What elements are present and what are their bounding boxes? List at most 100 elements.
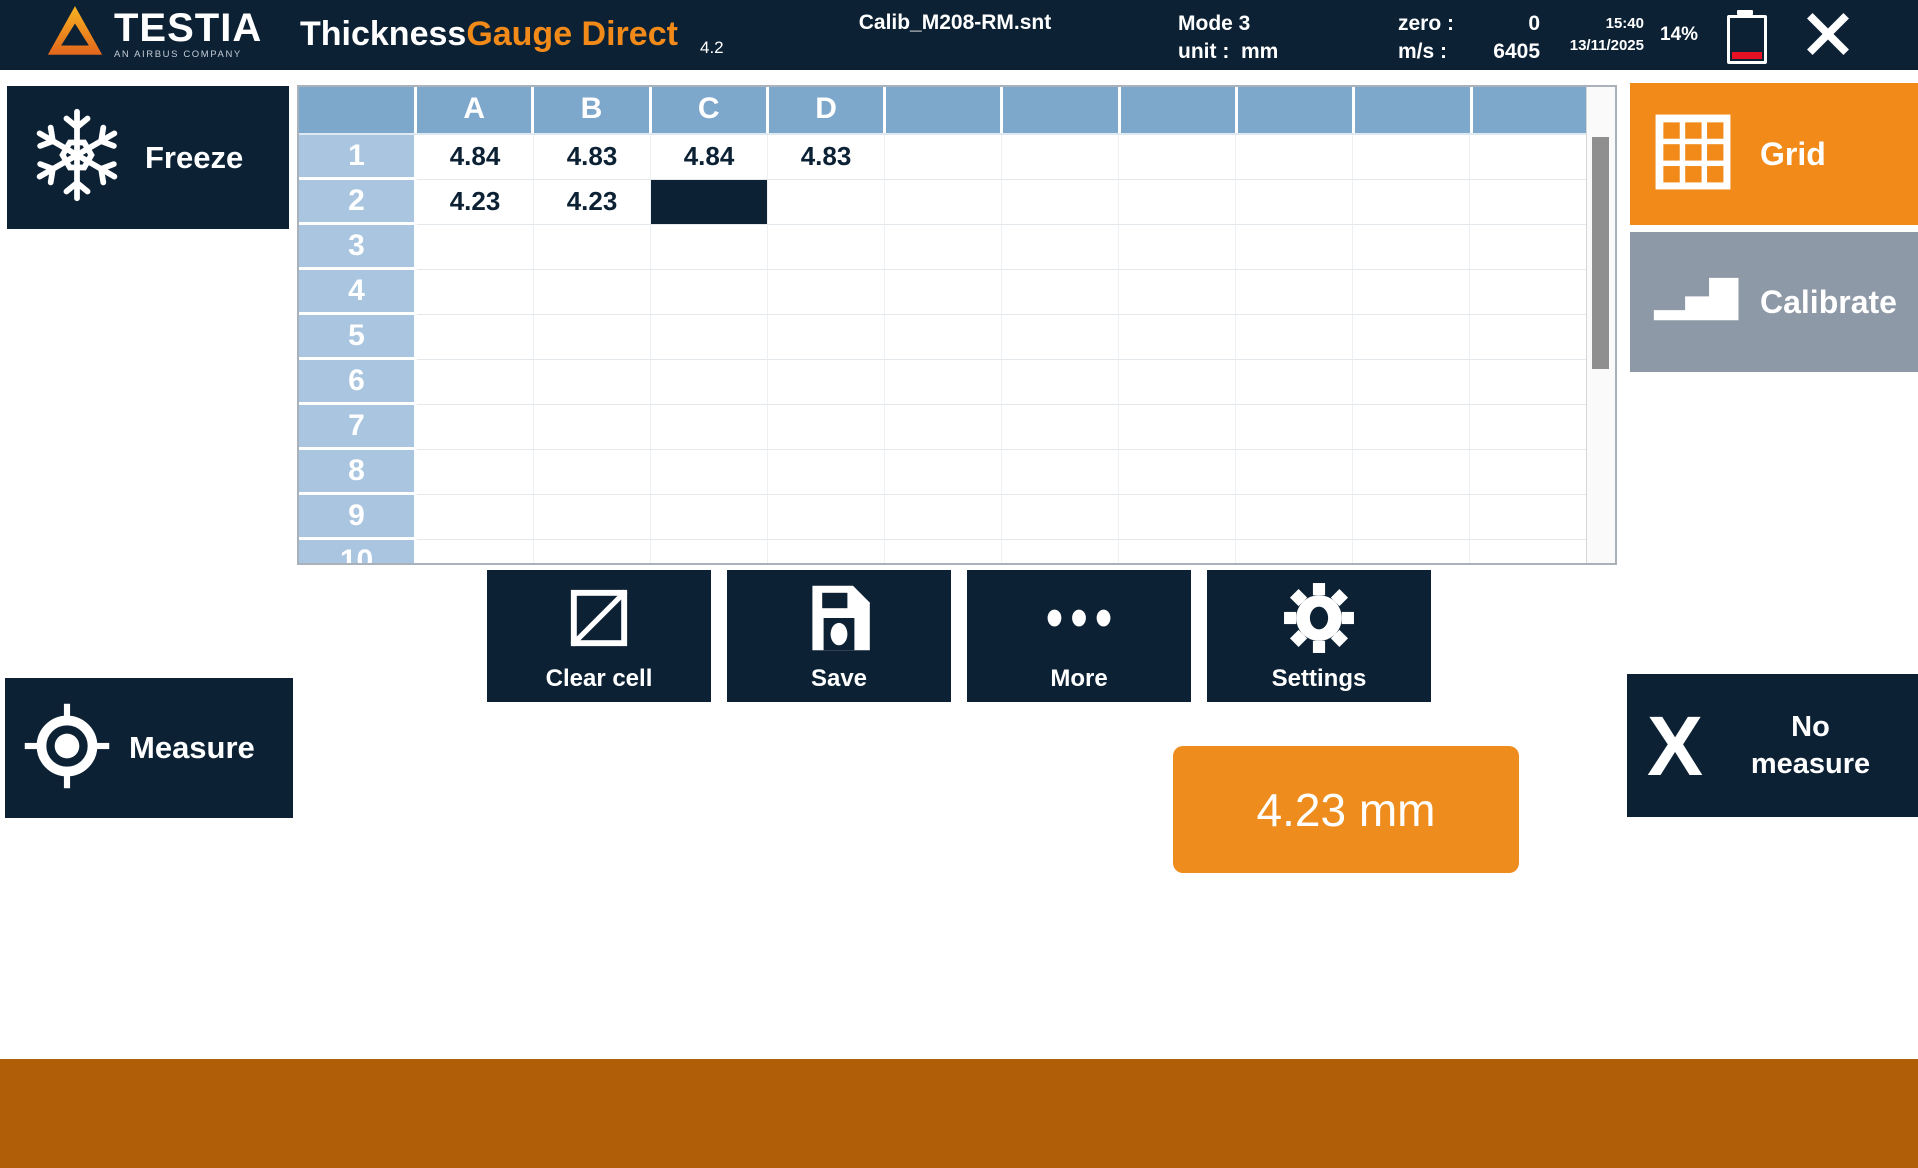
grid-cell-col62[interactable] — [1002, 180, 1119, 225]
col-header-D[interactable]: D — [769, 87, 886, 133]
grid-cell-B2[interactable]: 4.23 — [534, 180, 651, 225]
grid-cell-col99[interactable] — [1353, 495, 1470, 540]
grid-cell-col59[interactable] — [885, 495, 1002, 540]
col-header-empty-8[interactable] — [1238, 87, 1355, 133]
grid-scrollbar[interactable] — [1586, 87, 1615, 563]
grid-cell-C9[interactable] — [651, 495, 768, 540]
grid-cell-col67[interactable] — [1002, 405, 1119, 450]
grid-cell-col106[interactable] — [1470, 360, 1587, 405]
grid-cell-col74[interactable] — [1119, 270, 1236, 315]
grid-cell-col61[interactable] — [1002, 135, 1119, 180]
grid-cell-A6[interactable] — [417, 360, 534, 405]
grid-cell-C3[interactable] — [651, 225, 768, 270]
row-header-6[interactable]: 6 — [299, 360, 417, 405]
grid-cell-col1010[interactable] — [1470, 540, 1587, 563]
grid-cell-D9[interactable] — [768, 495, 885, 540]
grid-cell-C1[interactable]: 4.84 — [651, 135, 768, 180]
freeze-button[interactable]: Freeze — [7, 86, 289, 229]
grid-cell-A9[interactable] — [417, 495, 534, 540]
grid-cell-C2[interactable] — [651, 180, 768, 225]
grid-cell-col81[interactable] — [1236, 135, 1353, 180]
grid-cell-col52[interactable] — [885, 180, 1002, 225]
grid-cell-D2[interactable] — [768, 180, 885, 225]
grid-cell-col66[interactable] — [1002, 360, 1119, 405]
row-header-7[interactable]: 7 — [299, 405, 417, 450]
grid-mode-button[interactable]: Grid — [1630, 83, 1918, 225]
close-app-button[interactable] — [1800, 8, 1856, 64]
grid-cell-col810[interactable] — [1236, 540, 1353, 563]
row-header-1[interactable]: 1 — [299, 135, 417, 180]
row-header-2[interactable]: 2 — [299, 180, 417, 225]
grid-cell-B8[interactable] — [534, 450, 651, 495]
no-measure-button[interactable]: X No measure — [1627, 674, 1918, 817]
grid-cell-col57[interactable] — [885, 405, 1002, 450]
grid-cell-A7[interactable] — [417, 405, 534, 450]
grid-cell-col92[interactable] — [1353, 180, 1470, 225]
grid-cell-B1[interactable]: 4.83 — [534, 135, 651, 180]
grid-cell-col64[interactable] — [1002, 270, 1119, 315]
col-header-C[interactable]: C — [652, 87, 769, 133]
grid-cell-B10[interactable] — [534, 540, 651, 563]
row-header-3[interactable]: 3 — [299, 225, 417, 270]
row-header-8[interactable]: 8 — [299, 450, 417, 495]
grid-cell-col98[interactable] — [1353, 450, 1470, 495]
grid-cell-col63[interactable] — [1002, 225, 1119, 270]
row-header-10[interactable]: 10 — [299, 540, 417, 563]
grid-cell-B7[interactable] — [534, 405, 651, 450]
grid-cell-col95[interactable] — [1353, 315, 1470, 360]
grid-cell-col84[interactable] — [1236, 270, 1353, 315]
grid-cell-col51[interactable] — [885, 135, 1002, 180]
grid-cell-D7[interactable] — [768, 405, 885, 450]
grid-cell-col88[interactable] — [1236, 450, 1353, 495]
col-header-empty-5[interactable] — [886, 87, 1003, 133]
grid-cell-D5[interactable] — [768, 315, 885, 360]
grid-cell-D10[interactable] — [768, 540, 885, 563]
col-header-A[interactable]: A — [417, 87, 534, 133]
grid-cell-D6[interactable] — [768, 360, 885, 405]
col-header-B[interactable]: B — [534, 87, 651, 133]
row-header-5[interactable]: 5 — [299, 315, 417, 360]
col-header-empty-9[interactable] — [1355, 87, 1472, 133]
grid-cell-col103[interactable] — [1470, 225, 1587, 270]
grid-cell-col65[interactable] — [1002, 315, 1119, 360]
grid-cell-col610[interactable] — [1002, 540, 1119, 563]
grid-cell-C10[interactable] — [651, 540, 768, 563]
grid-cell-col109[interactable] — [1470, 495, 1587, 540]
grid-cell-B4[interactable] — [534, 270, 651, 315]
grid-cell-col710[interactable] — [1119, 540, 1236, 563]
row-header-4[interactable]: 4 — [299, 270, 417, 315]
grid-cell-col102[interactable] — [1470, 180, 1587, 225]
grid-cell-A4[interactable] — [417, 270, 534, 315]
grid-cell-col58[interactable] — [885, 450, 1002, 495]
grid-cell-col71[interactable] — [1119, 135, 1236, 180]
grid-cell-C7[interactable] — [651, 405, 768, 450]
grid-cell-col510[interactable] — [885, 540, 1002, 563]
calibrate-button[interactable]: Calibrate — [1630, 232, 1918, 372]
grid-cell-col78[interactable] — [1119, 450, 1236, 495]
grid-cell-col94[interactable] — [1353, 270, 1470, 315]
grid-cell-col85[interactable] — [1236, 315, 1353, 360]
grid-cell-col79[interactable] — [1119, 495, 1236, 540]
col-header-empty-10[interactable] — [1473, 87, 1587, 133]
grid-cell-col97[interactable] — [1353, 405, 1470, 450]
grid-cell-col89[interactable] — [1236, 495, 1353, 540]
col-header-empty-7[interactable] — [1121, 87, 1238, 133]
grid-cell-C6[interactable] — [651, 360, 768, 405]
grid-cell-col87[interactable] — [1236, 405, 1353, 450]
grid-corner-cell[interactable] — [299, 87, 417, 133]
measure-button[interactable]: Measure — [5, 678, 293, 818]
grid-cell-col55[interactable] — [885, 315, 1002, 360]
grid-cell-col56[interactable] — [885, 360, 1002, 405]
grid-cell-col105[interactable] — [1470, 315, 1587, 360]
grid-cell-A5[interactable] — [417, 315, 534, 360]
grid-cell-B9[interactable] — [534, 495, 651, 540]
grid-cell-col910[interactable] — [1353, 540, 1470, 563]
col-header-empty-6[interactable] — [1003, 87, 1120, 133]
grid-cell-col53[interactable] — [885, 225, 1002, 270]
grid-cell-col77[interactable] — [1119, 405, 1236, 450]
grid-cell-C5[interactable] — [651, 315, 768, 360]
grid-cell-D4[interactable] — [768, 270, 885, 315]
grid-cell-B5[interactable] — [534, 315, 651, 360]
grid-cell-C4[interactable] — [651, 270, 768, 315]
grid-scrollbar-thumb[interactable] — [1592, 137, 1609, 369]
